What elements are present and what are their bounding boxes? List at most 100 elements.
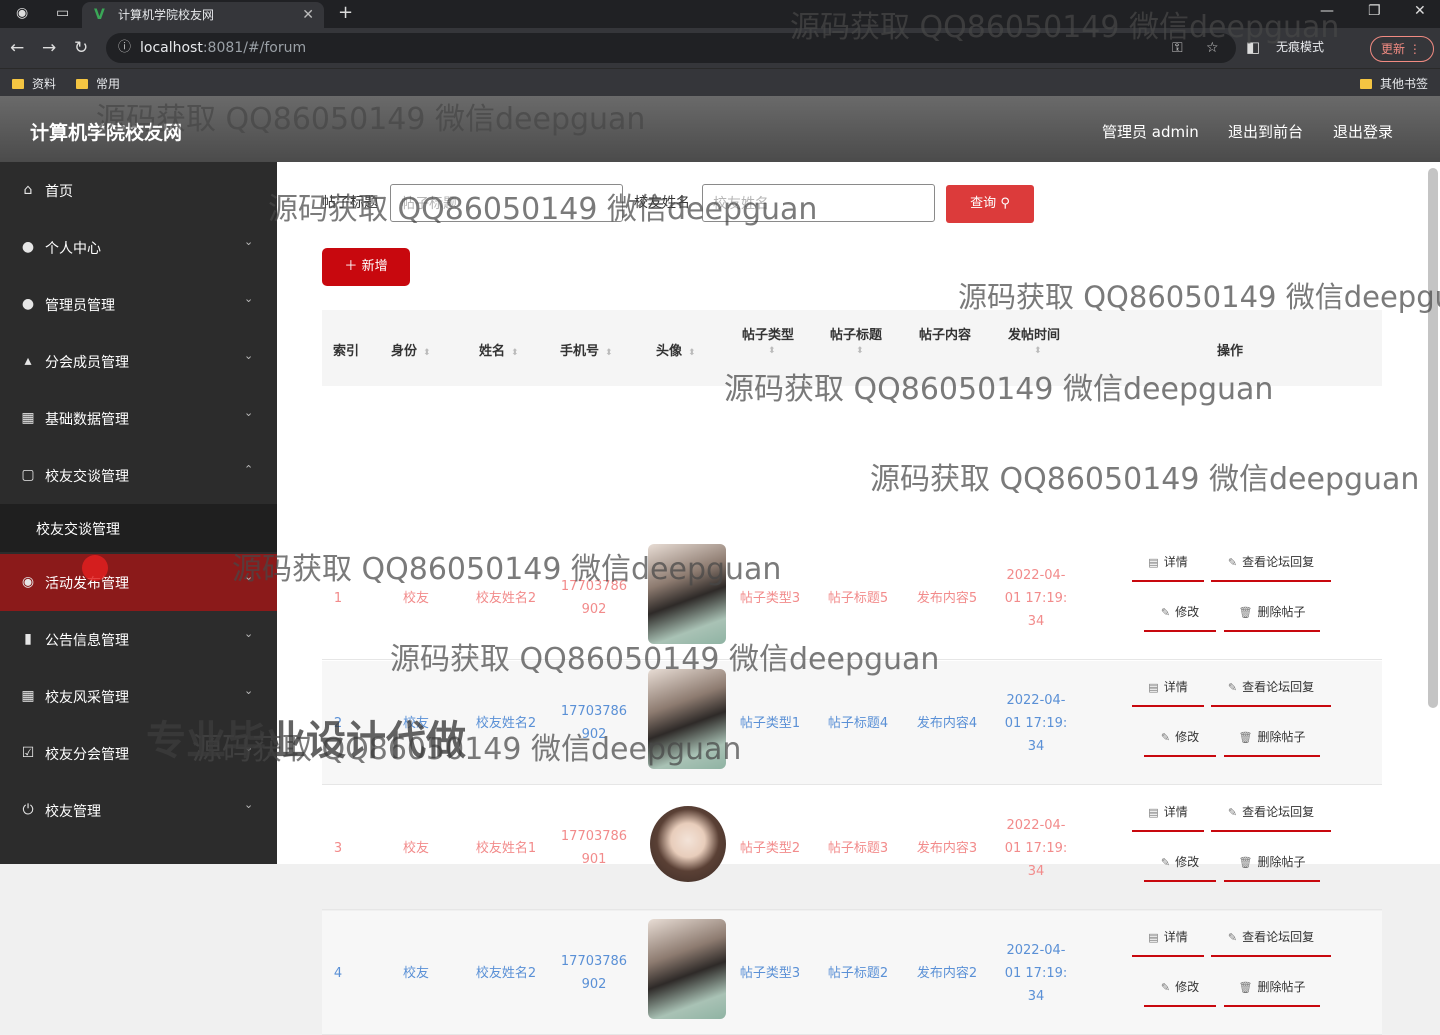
sidebar-item-alumni[interactable]: ⏻ 校友管理 ⌄ bbox=[0, 782, 277, 839]
op-label: 详情 bbox=[1163, 805, 1188, 819]
reload-icon[interactable]: ↻ bbox=[74, 38, 88, 58]
sort-icon: ⬍ bbox=[423, 348, 431, 358]
mouse-cursor-indicator bbox=[82, 555, 108, 581]
detail-button[interactable]: ▤ 详情 bbox=[1132, 669, 1204, 707]
edit-icon: ✎ bbox=[1160, 981, 1171, 994]
delete-button[interactable]: 🗑 删除帖子 bbox=[1224, 844, 1320, 882]
query-button[interactable]: 查询 ⚲ bbox=[946, 185, 1034, 223]
edit-button[interactable]: ✎ 修改 bbox=[1144, 969, 1216, 1007]
edit-icon: ✎ bbox=[1160, 856, 1171, 869]
close-tab-icon[interactable]: ✕ bbox=[302, 2, 314, 28]
forward-icon[interactable]: → bbox=[42, 38, 56, 58]
user-icon: ● bbox=[21, 239, 35, 255]
cell-role: 校友 bbox=[402, 716, 429, 731]
cell-name: 校友姓名2 bbox=[475, 591, 537, 606]
sidebar-item-personal[interactable]: ● 个人中心 ⌄ bbox=[0, 219, 277, 276]
sidebar-item-activity[interactable]: ◉ 活动发布管理 ⌄ bbox=[0, 554, 277, 611]
th-role[interactable]: 身份 ⬍ bbox=[391, 340, 431, 359]
table-row: 2 校友 校友姓名2 17703786 902 帖子类型1 帖子标题4 发布内容4… bbox=[322, 661, 1382, 785]
bookmark-label: 常用 bbox=[96, 77, 121, 91]
view-reply-button[interactable]: ✎ 查看论坛回复 bbox=[1211, 669, 1331, 707]
view-reply-button[interactable]: ✎ 查看论坛回复 bbox=[1211, 794, 1331, 832]
restore-icon[interactable]: ❐ bbox=[1368, 3, 1381, 19]
th-label: 发帖时间 bbox=[1008, 328, 1061, 343]
sidebar-item-basedata[interactable]: ▦ 基础数据管理 ⌄ bbox=[0, 390, 277, 447]
app-title: 计算机学院校友网 bbox=[30, 122, 183, 144]
alumni-name-input[interactable] bbox=[702, 184, 935, 222]
sidebar-item-style[interactable]: ▦ 校友风采管理 ⌄ bbox=[0, 668, 277, 725]
key-icon[interactable]: ⚿ bbox=[1172, 33, 1183, 63]
th-actions: 操作 bbox=[1217, 344, 1244, 359]
document-icon: ▤ bbox=[1148, 806, 1159, 819]
view-reply-button[interactable]: ✎ 查看论坛回复 bbox=[1211, 919, 1331, 957]
site-info-icon[interactable]: ⓘ bbox=[118, 33, 131, 63]
th-phone[interactable]: 手机号 ⬍ bbox=[560, 340, 613, 359]
detail-button[interactable]: ▤ 详情 bbox=[1132, 794, 1204, 832]
delete-button[interactable]: 🗑 删除帖子 bbox=[1224, 594, 1320, 632]
sidebar-item-chat[interactable]: ▢ 校友交谈管理 ⌃ bbox=[0, 447, 277, 504]
document-icon: ▤ bbox=[1148, 681, 1159, 694]
cell-title: 帖子标题5 bbox=[827, 591, 889, 606]
cell-title: 帖子标题3 bbox=[827, 841, 889, 856]
cell-content: 发布内容4 bbox=[916, 716, 978, 731]
detail-button[interactable]: ▤ 详情 bbox=[1132, 919, 1204, 957]
incognito-label[interactable]: 无痕模式 bbox=[1276, 38, 1324, 55]
th-avatar[interactable]: 头像 ⬍ bbox=[656, 340, 696, 359]
cell-time: 2022-04- 01 17:19: 34 bbox=[998, 689, 1074, 758]
bookmarks-bar: 资料 常用 其他书签 bbox=[0, 68, 1440, 96]
cell-content: 发布内容3 bbox=[916, 841, 978, 856]
tab-search-icon[interactable]: ▭ bbox=[56, 5, 69, 21]
bookmark-label: 资料 bbox=[32, 77, 57, 91]
add-button[interactable]: ＋ 新增 bbox=[322, 248, 410, 286]
table-row: 3 校友 校友姓名1 17703786 901 帖子类型2 帖子标题3 发布内容3… bbox=[322, 786, 1382, 910]
bookmark-folder[interactable]: 常用 bbox=[76, 75, 120, 92]
op-label: 详情 bbox=[1163, 680, 1188, 694]
sort-icon: ⬍ bbox=[688, 348, 696, 358]
delete-button[interactable]: 🗑 删除帖子 bbox=[1224, 969, 1320, 1007]
th-time[interactable]: 发帖时间 ⬍ bbox=[1008, 324, 1061, 356]
logout-link[interactable]: 退出登录 bbox=[1333, 121, 1393, 142]
cell-phone: 17703786 902 bbox=[554, 575, 634, 621]
th-name[interactable]: 姓名 ⬍ bbox=[479, 340, 519, 359]
time-line: 2022-04- bbox=[1006, 568, 1066, 583]
close-window-icon[interactable]: ✕ bbox=[1414, 3, 1426, 19]
update-button[interactable]: 更新 ⋮ bbox=[1370, 36, 1434, 62]
delete-button[interactable]: 🗑 删除帖子 bbox=[1224, 719, 1320, 757]
post-title-input[interactable] bbox=[390, 184, 623, 222]
edit-button[interactable]: ✎ 修改 bbox=[1144, 719, 1216, 757]
cell-phone: 17703786 902 bbox=[554, 700, 634, 746]
sidebar-toggle-icon[interactable]: ◧ bbox=[1246, 38, 1260, 56]
minimize-icon[interactable]: — bbox=[1320, 3, 1334, 19]
bookmark-folder[interactable]: 资料 bbox=[12, 75, 56, 92]
avatar bbox=[650, 806, 726, 882]
edit-button[interactable]: ✎ 修改 bbox=[1144, 844, 1216, 882]
address-bar[interactable]: ⓘ localhost:8081/#/forum ⚿ ☆ bbox=[106, 33, 1236, 63]
back-icon[interactable]: ← bbox=[10, 38, 24, 58]
scrollbar[interactable] bbox=[1428, 168, 1438, 708]
sidebar-item-home[interactable]: ⌂ 首页 bbox=[0, 162, 277, 219]
submenu-item-chat[interactable]: 校友交谈管理 bbox=[0, 504, 277, 552]
sidebar-item-members[interactable]: ▴ 分会成员管理 ⌄ bbox=[0, 333, 277, 390]
new-tab-icon[interactable]: + bbox=[338, 2, 353, 23]
star-icon[interactable]: ☆ bbox=[1206, 33, 1219, 63]
view-reply-button[interactable]: ✎ 查看论坛回复 bbox=[1211, 544, 1331, 582]
sidebar-item-branch[interactable]: ☑ 校友分会管理 ⌄ bbox=[0, 725, 277, 782]
edit-button[interactable]: ✎ 修改 bbox=[1144, 594, 1216, 632]
op-label: 修改 bbox=[1175, 980, 1200, 994]
th-title[interactable]: 帖子标题 ⬍ bbox=[830, 324, 882, 356]
tab-title: 计算机学院校友网 bbox=[118, 8, 215, 22]
admin-label: 管理员 admin bbox=[1102, 123, 1199, 141]
other-bookmarks[interactable]: 其他书签 bbox=[1360, 75, 1428, 92]
sidebar-item-notice[interactable]: ▮ 公告信息管理 ⌄ bbox=[0, 611, 277, 668]
detail-button[interactable]: ▤ 详情 bbox=[1132, 544, 1204, 582]
browser-tab[interactable]: V 计算机学院校友网 ✕ bbox=[82, 2, 324, 28]
chat-icon: ▢ bbox=[21, 467, 35, 483]
folder-icon bbox=[76, 79, 88, 89]
sidebar-item-admin[interactable]: ● 管理员管理 ⌄ bbox=[0, 276, 277, 333]
th-type[interactable]: 帖子类型 ⬍ bbox=[742, 324, 794, 356]
op-label: 删除帖子 bbox=[1257, 855, 1306, 869]
globe-icon[interactable]: ◉ bbox=[16, 5, 28, 21]
sort-icon: ⬍ bbox=[768, 346, 776, 356]
cell-role: 校友 bbox=[402, 841, 429, 856]
exit-to-front-link[interactable]: 退出到前台 bbox=[1228, 121, 1303, 142]
